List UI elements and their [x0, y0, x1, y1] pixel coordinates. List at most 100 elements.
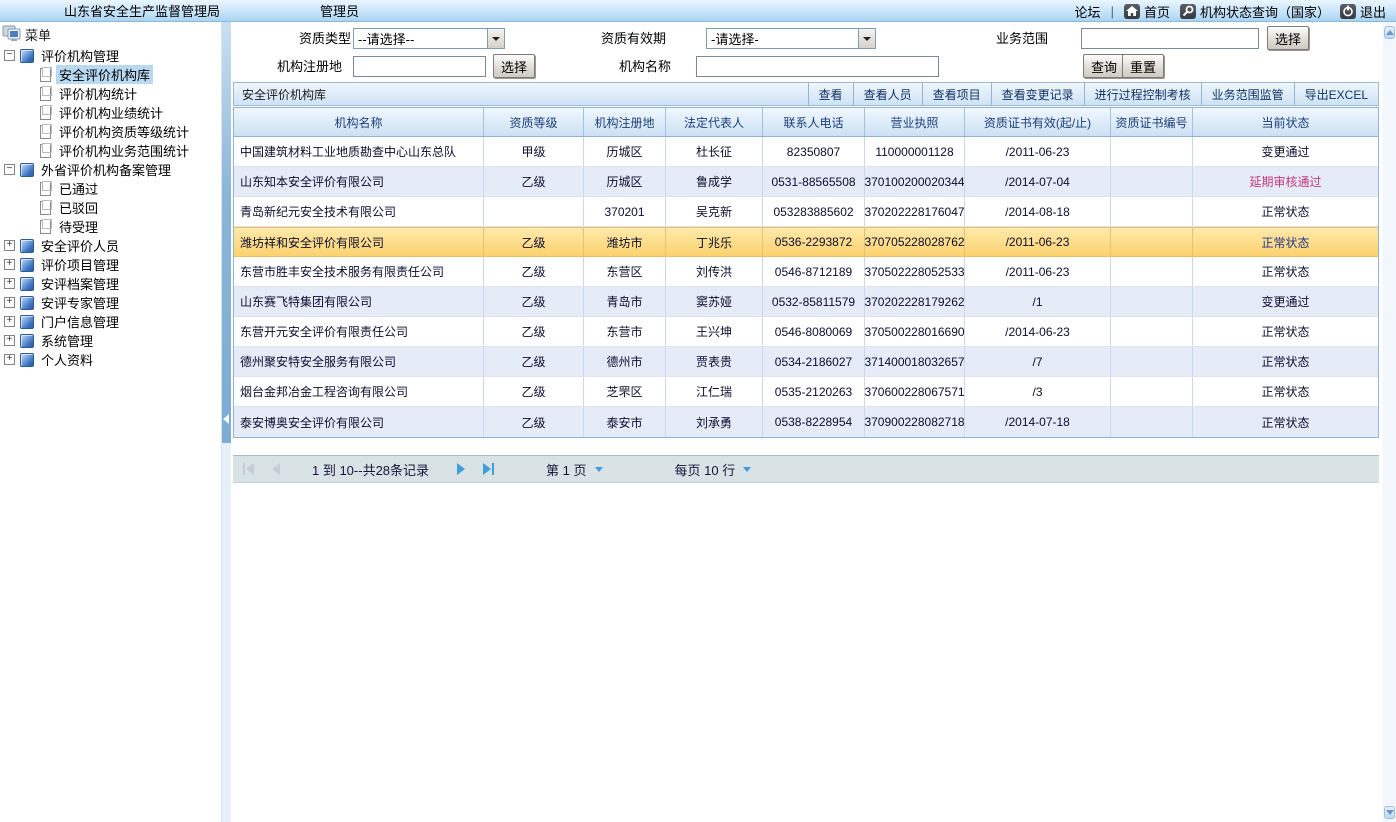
sidebar-item-label[interactable]: 评价项目管理	[38, 255, 122, 274]
sidebar-item-label[interactable]: 个人资料	[38, 350, 96, 369]
table-row[interactable]: 东营市胜丰安全技术服务有限责任公司乙级东营区刘传洪0546-8712189370…	[234, 257, 1378, 287]
reg-select-button[interactable]: 选择	[493, 54, 535, 78]
vertical-scrollbar[interactable]	[1383, 22, 1396, 822]
home-link[interactable]: 首页	[1124, 2, 1170, 21]
sidebar-item-label[interactable]: 安全评价机构库	[56, 65, 153, 84]
toolbar-button[interactable]: 查看项目	[922, 83, 991, 105]
sidebar-item[interactable]: 安全评价机构库	[0, 65, 221, 84]
table-row[interactable]: 青岛新纪元安全技术有限公司370201吴克新053283885602370202…	[234, 197, 1378, 227]
sidebar-item[interactable]: − 外省评价机构备案管理	[0, 160, 221, 179]
next-page-button[interactable]	[457, 463, 465, 475]
status-query-link[interactable]: 机构状态查询（国家）	[1180, 2, 1330, 21]
scroll-up-button[interactable]	[1384, 26, 1395, 39]
column-header[interactable]: 资质等级	[483, 108, 583, 136]
table-row[interactable]: 东营开元安全评价有限责任公司乙级东营市王兴坤0546-8080069370500…	[234, 317, 1378, 347]
sidebar-item[interactable]: 评价机构业务范围统计	[0, 141, 221, 160]
collapse-arrow-icon[interactable]	[223, 414, 229, 424]
toolbar-button[interactable]: 业务范围监管	[1201, 83, 1294, 105]
forum-link[interactable]: 论坛	[1075, 2, 1101, 21]
toolbar-button[interactable]: 进行过程控制考核	[1084, 83, 1201, 105]
column-header[interactable]: 机构名称	[234, 108, 483, 136]
toolbar-button[interactable]: 查看人员	[853, 83, 922, 105]
column-header[interactable]: 当前状态	[1192, 108, 1378, 136]
reg-place-input[interactable]	[353, 56, 486, 77]
table-row[interactable]: 泰安博奥安全评价有限公司乙级泰安市刘承勇0538-822895437090022…	[234, 407, 1378, 437]
sidebar-item-label[interactable]: 评价机构业务范围统计	[56, 141, 192, 160]
validity-select[interactable]: -请选择-	[706, 28, 876, 49]
org-title: 山东省安全生产监督管理局	[64, 1, 220, 20]
last-page-button[interactable]	[483, 463, 494, 475]
tree-toggle-icon[interactable]: +	[4, 259, 15, 270]
tree-toggle-icon[interactable]: +	[4, 297, 15, 308]
tree-toggle-icon[interactable]: +	[4, 335, 15, 346]
sidebar-item[interactable]: + 安评专家管理	[0, 293, 221, 312]
sidebar-item-label[interactable]: 门户信息管理	[38, 312, 122, 331]
table-cell: 053283885602	[762, 197, 864, 226]
reset-button[interactable]: 重置	[1122, 54, 1164, 78]
tree-toggle-icon[interactable]: +	[4, 354, 15, 365]
sidebar-item[interactable]: + 评价项目管理	[0, 255, 221, 274]
sidebar-item[interactable]: + 安全评价人员	[0, 236, 221, 255]
tree-toggle-icon[interactable]: +	[4, 278, 15, 289]
toolbar-button[interactable]: 导出EXCEL	[1294, 83, 1378, 105]
sidebar-item-label[interactable]: 评价机构资质等级统计	[56, 122, 192, 141]
table-row[interactable]: 德州聚安特安全服务有限公司乙级德州市贾表贵0534-21860273714000…	[234, 347, 1378, 377]
panel-splitter[interactable]	[222, 22, 231, 822]
toolbar-button[interactable]: 查看变更记录	[991, 83, 1084, 105]
sidebar-item-label[interactable]: 安评档案管理	[38, 274, 122, 293]
toolbar-button[interactable]: 查看	[808, 83, 853, 105]
dropdown-arrow-icon[interactable]	[858, 29, 875, 48]
column-header[interactable]: 资质证书编号	[1110, 108, 1192, 136]
column-header[interactable]: 法定代表人	[665, 108, 762, 136]
sidebar-item-label[interactable]: 外省评价机构备案管理	[38, 160, 174, 179]
sidebar-item-label[interactable]: 待受理	[56, 217, 101, 236]
qual-type-label: 资质类型	[299, 28, 351, 50]
table-row[interactable]: 山东知本安全评价有限公司乙级历城区鲁成学0531-885655083701002…	[234, 167, 1378, 197]
sidebar-item-label[interactable]: 评价机构管理	[38, 46, 122, 65]
column-header[interactable]: 营业执照	[864, 108, 964, 136]
prev-page-button[interactable]	[272, 463, 280, 475]
sidebar-item[interactable]: 待受理	[0, 217, 221, 236]
table-row[interactable]: 中国建筑材料工业地质勘查中心山东总队甲级历城区杜长征82350807110000…	[234, 137, 1378, 167]
page-icon	[40, 201, 51, 215]
table-row[interactable]: 烟台金邦冶金工程咨询有限公司乙级芝罘区江仁瑞0535-2120263370600…	[234, 377, 1378, 407]
sidebar-item[interactable]: + 个人资料	[0, 350, 221, 369]
sidebar-item-label[interactable]: 评价机构统计	[56, 84, 140, 103]
org-name-input[interactable]	[696, 56, 939, 77]
dropdown-arrow-icon[interactable]	[487, 29, 504, 48]
tree-toggle-icon[interactable]: +	[4, 316, 15, 327]
logout-link[interactable]: 退出	[1340, 2, 1386, 21]
per-page-select[interactable]: 每页 10 行	[675, 460, 752, 479]
sidebar-item[interactable]: 评价机构资质等级统计	[0, 122, 221, 141]
sidebar-item-label[interactable]: 已通过	[56, 179, 101, 198]
sidebar-item-label[interactable]: 评价机构业绩统计	[56, 103, 166, 122]
tree-toggle-icon[interactable]: −	[4, 50, 15, 61]
scope-input[interactable]	[1081, 28, 1259, 49]
column-header[interactable]: 联系人电话	[762, 108, 864, 136]
first-page-button[interactable]	[243, 463, 254, 475]
sidebar-item[interactable]: 评价机构统计	[0, 84, 221, 103]
page-select[interactable]: 第 1 页	[546, 460, 602, 479]
sidebar-item[interactable]: − 评价机构管理	[0, 46, 221, 65]
query-button[interactable]: 查询	[1083, 54, 1125, 78]
tree-toggle-icon[interactable]: −	[4, 164, 15, 175]
table-row[interactable]: 潍坊祥和安全评价有限公司乙级潍坊市丁兆乐0536-229387237070522…	[234, 227, 1378, 257]
sidebar-item[interactable]: 评价机构业绩统计	[0, 103, 221, 122]
qual-type-select[interactable]: --请选择--	[353, 28, 505, 49]
caret-down-icon	[743, 467, 751, 472]
sidebar-item-label[interactable]: 系统管理	[38, 331, 96, 350]
sidebar-item-label[interactable]: 安全评价人员	[38, 236, 122, 255]
sidebar-item-label[interactable]: 安评专家管理	[38, 293, 122, 312]
column-header[interactable]: 资质证书有效(起/止)	[964, 108, 1110, 136]
scroll-down-button[interactable]	[1384, 806, 1395, 819]
sidebar-item[interactable]: + 系统管理	[0, 331, 221, 350]
column-header[interactable]: 机构注册地	[583, 108, 665, 136]
table-row[interactable]: 山东赛飞特集团有限公司乙级青岛市窦苏娅0532-8581157937020222…	[234, 287, 1378, 317]
sidebar-item-label[interactable]: 已驳回	[56, 198, 101, 217]
sidebar-item[interactable]: 已驳回	[0, 198, 221, 217]
sidebar-item[interactable]: 已通过	[0, 179, 221, 198]
sidebar-item[interactable]: + 门户信息管理	[0, 312, 221, 331]
sidebar-item[interactable]: + 安评档案管理	[0, 274, 221, 293]
tree-toggle-icon[interactable]: +	[4, 240, 15, 251]
scope-select-button[interactable]: 选择	[1267, 26, 1309, 50]
